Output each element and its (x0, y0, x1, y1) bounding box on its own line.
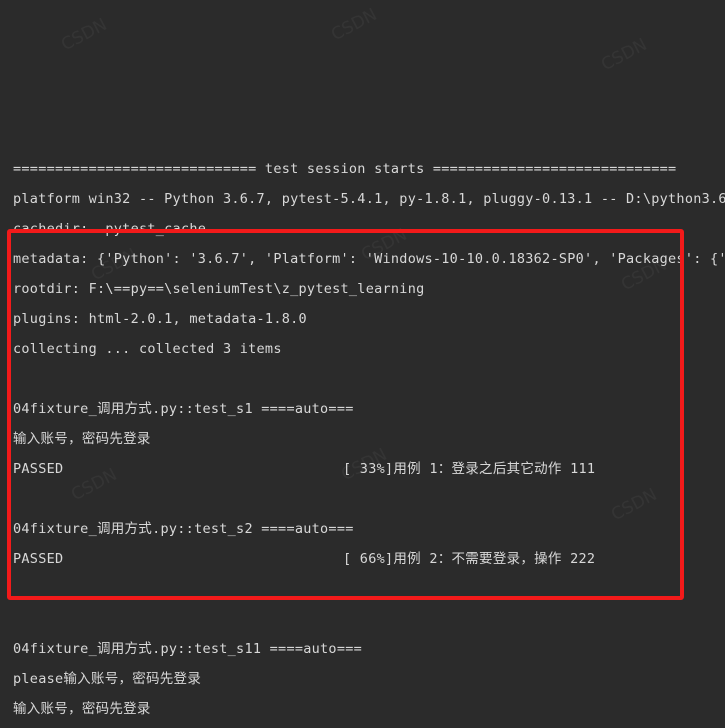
console-output-panel[interactable]: CSDNCSDNCSDNCSDNCSDNCSDNCSDNCSDNCSDN ===… (0, 0, 725, 728)
console-line-test_s2_head: 04fixture_调用方式.py::test_s2 ====auto=== (0, 514, 725, 544)
cjk-text-run: 输入账号，密码先登录 (63, 671, 202, 687)
console-line-list: ============================= test sessi… (0, 154, 725, 728)
cjk-text-run: ：登录之后其它动作 (437, 461, 562, 477)
ascii-text-run: collecting ... collected 3 items (13, 341, 282, 357)
ascii-text-run: 04fixture_ (13, 521, 97, 537)
ascii-text-run: plugins: html-2.0.1, metadata-1.8.0 (13, 311, 307, 327)
console-line-s2_result: PASSED [ 66%]用例 2：不需要登录，操作 222 (0, 544, 725, 574)
console-line-s11_result: PASSED[100%]用例 11：登录之后其它动作 111 (0, 724, 725, 728)
watermark-text: CSDN (56, 10, 113, 59)
console-line-test_s1_head: 04fixture_调用方式.py::test_s1 ====auto=== (0, 394, 725, 424)
watermark-text: CSDN (326, 0, 383, 49)
console-line-s11_fixture_out: 输入账号，密码先登录 (0, 694, 725, 724)
console-line-s1_fixture_out: 输入账号，密码先登录 (0, 424, 725, 454)
ascii-text-run: PASSED (13, 551, 64, 567)
ascii-text-run: 2 (420, 551, 438, 567)
ascii-text-run: metadata: {'Python': '3.6.7', 'Platform'… (13, 251, 725, 267)
console-line-rootdir: rootdir: F:\==py==\seleniumTest\z_pytest… (0, 274, 725, 304)
ascii-text-run: please (13, 671, 64, 687)
cjk-text-run: 调用方式 (96, 401, 153, 417)
console-line-test_s11_head: 04fixture_调用方式.py::test_s11 ====auto=== (0, 634, 725, 664)
cjk-text-run: ：不需要登录，操作 (437, 551, 562, 567)
ascii-text-run: cachedir: .pytest_cache (13, 221, 207, 237)
ascii-text-run: .py::test_s1 ====auto=== (152, 401, 354, 417)
ascii-text-run: .py::test_s11 ====auto=== (152, 641, 363, 657)
cjk-text-run: 用例 (393, 551, 421, 567)
console-line-platform: platform win32 -- Python 3.6.7, pytest-5… (0, 184, 725, 214)
ascii-text-run: rootdir: F:\==py==\seleniumTest\z_pytest… (13, 281, 425, 297)
ascii-text-run: PASSED (13, 461, 64, 477)
cjk-text-run: 调用方式 (96, 641, 153, 657)
ascii-text-run: 222 (561, 551, 596, 567)
progress-percent-s2_result: [ 66%]用例 2：不需要登录，操作 222 (343, 544, 595, 574)
ascii-text-run: ============================= test sessi… (13, 161, 677, 177)
progress-percent-s11_result: [100%]用例 11：登录之后其它动作 111 (343, 724, 604, 728)
ascii-text-run: 04fixture_ (13, 641, 97, 657)
console-line-header_rule: ============================= test sessi… (0, 154, 725, 184)
ascii-text-run: 04fixture_ (13, 401, 97, 417)
progress-percent-s1_result: [ 33%]用例 1：登录之后其它动作 111 (343, 454, 595, 484)
ascii-text-run: [ 33%] (343, 461, 394, 477)
ascii-text-run: [ 66%] (343, 551, 394, 567)
cjk-text-run: 输入账号，密码先登录 (13, 701, 151, 717)
console-line-s1_result: PASSED [ 33%]用例 1：登录之后其它动作 111 (0, 454, 725, 484)
cjk-text-run: 用例 (393, 461, 421, 477)
console-line-s11_please: please输入账号，密码先登录 (0, 664, 725, 694)
ascii-text-run: .py::test_s2 ====auto=== (152, 521, 354, 537)
cjk-text-run: 输入账号，密码先登录 (13, 431, 151, 447)
console-line-plugins: plugins: html-2.0.1, metadata-1.8.0 (0, 304, 725, 334)
console-line-collecting: collecting ... collected 3 items (0, 334, 725, 364)
console-line-metadata: metadata: {'Python': '3.6.7', 'Platform'… (0, 244, 725, 274)
cjk-text-run: 调用方式 (96, 521, 153, 537)
watermark-text: CSDN (596, 30, 653, 79)
console-line-cachedir: cachedir: .pytest_cache (0, 214, 725, 244)
ascii-text-run: 1 (420, 461, 438, 477)
ascii-text-run: platform win32 -- Python 3.6.7, pytest-5… (13, 191, 725, 207)
ascii-text-run: 111 (561, 461, 596, 477)
